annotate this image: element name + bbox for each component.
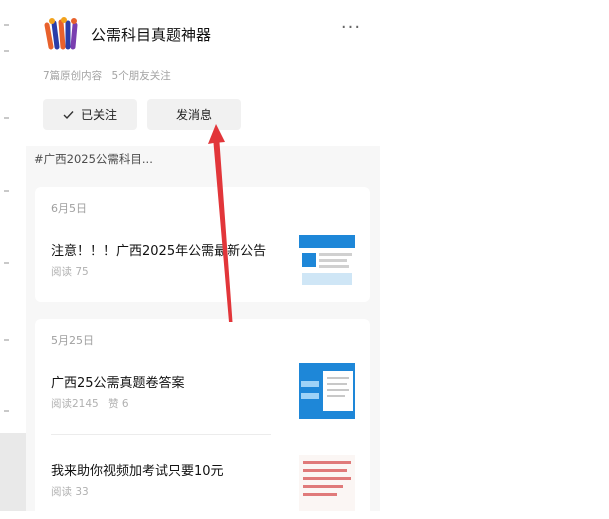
group-date: 6月5日 (51, 202, 87, 215)
article-meta: 阅读 33 (51, 484, 89, 499)
send-message-label: 发消息 (175, 108, 212, 122)
check-icon (63, 110, 74, 119)
divider (51, 434, 271, 435)
like-count: 赞 6 (108, 398, 129, 410)
left-sidebar-edge (0, 0, 26, 511)
article-group-card: 5月25日 广西25公需真题卷答案 阅读2145 赞 6 我来助你视频加考试只要… (35, 319, 370, 519)
followed-button[interactable]: 已关注 (43, 99, 137, 130)
sidebar-tick (4, 339, 9, 341)
group-date: 5月25日 (51, 334, 94, 347)
sidebar-tick (4, 117, 9, 119)
sidebar-tick (4, 24, 9, 26)
original-count: 7篇原创内容 (43, 70, 103, 82)
article-item[interactable]: 我来助你视频加考试只要10元 阅读 33 (35, 441, 370, 513)
article-title: 注意！！！广西2025年公需最新公告 (51, 244, 267, 259)
article-title: 广西25公需真题卷答案 (51, 376, 185, 391)
article-item[interactable]: 注意！！！广西2025年公需最新公告 阅读 75 (35, 223, 370, 293)
more-dots-icon[interactable]: ··· (338, 19, 364, 40)
read-count: 阅读 33 (51, 486, 89, 498)
account-logo-icon[interactable] (43, 17, 79, 51)
followed-label: 已关注 (80, 108, 117, 122)
sidebar-tick (4, 190, 9, 192)
read-count: 阅读 75 (51, 266, 89, 278)
article-meta: 阅读 75 (51, 264, 89, 279)
topic-tag[interactable]: #广西2025公需科目... (34, 151, 153, 167)
send-message-button[interactable]: 发消息 (147, 99, 241, 130)
sidebar-tick (4, 50, 9, 52)
friends-following[interactable]: 5个朋友关注 (112, 70, 171, 82)
article-meta: 阅读2145 赞 6 (51, 396, 129, 411)
account-stats: 7篇原创内容 5个朋友关注 (43, 68, 171, 83)
article-item[interactable]: 广西25公需真题卷答案 阅读2145 赞 6 (35, 355, 370, 425)
sidebar-selected-item[interactable] (0, 433, 26, 511)
account-name: 公需科目真题神器 (91, 26, 212, 44)
article-thumbnail (299, 455, 355, 511)
article-group-card: 6月5日 注意！！！广西2025年公需最新公告 阅读 75 (35, 187, 370, 302)
article-thumbnail (299, 233, 355, 289)
article-thumbnail (299, 363, 355, 419)
read-count: 阅读2145 (51, 398, 99, 410)
article-title: 我来助你视频加考试只要10元 (51, 464, 224, 479)
sidebar-tick (4, 262, 9, 264)
sidebar-tick (4, 410, 9, 412)
